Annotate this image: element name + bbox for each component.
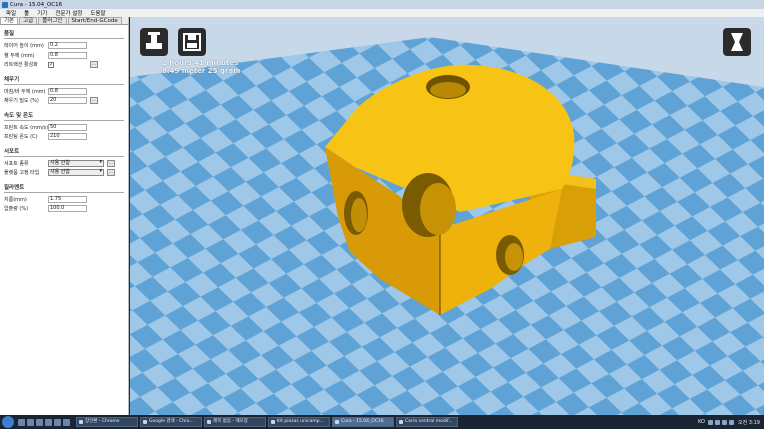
- section-title: 서포트: [4, 148, 20, 155]
- divider: [4, 83, 124, 85]
- print-estimate: 2 hours 41 minutes 8.49 meter 25 gram: [162, 59, 240, 75]
- print-speed-input[interactable]: 50: [48, 123, 87, 131]
- tab-basic[interactable]: 기본: [0, 17, 19, 24]
- start-button[interactable]: [2, 416, 14, 428]
- section-support: 서포트 서포트 종류 사용 안함 ... 플랫폼 고정 타입 사용 안함 ...: [0, 143, 128, 179]
- settings-panel: 기본 고급 플러그인 Start/End-GCode 품질 레이어 높이 (mm…: [0, 17, 129, 415]
- quicklaunch-icon[interactable]: [18, 418, 25, 426]
- tray-icon[interactable]: [714, 419, 720, 425]
- top-bottom-row: 마침/바 두께 (mm) 0.8: [4, 87, 124, 96]
- section-title: 속도 및 온도: [4, 112, 34, 119]
- shell-thickness-label: 쉘 두께 (mm): [4, 52, 35, 59]
- tab-gcode[interactable]: Start/End-GCode: [67, 17, 122, 24]
- adhesion-select[interactable]: 사용 안함: [48, 169, 104, 176]
- shell-thickness-input[interactable]: 0.8: [48, 51, 87, 59]
- diameter-input[interactable]: 1.75: [48, 195, 87, 203]
- diameter-row: 지름(mm) 1.75: [4, 195, 124, 204]
- tray-icon[interactable]: [707, 419, 713, 425]
- print-speed-label: 프린트 속도 (mm/s): [4, 124, 49, 131]
- tab-advanced[interactable]: 고급: [19, 17, 38, 24]
- settings-tabs: 기본 고급 플러그인 Start/End-GCode: [0, 17, 128, 25]
- adhesion-more-button[interactable]: ...: [107, 169, 115, 176]
- divider: [4, 38, 124, 39]
- system-tray: KO 오전 3:19: [698, 419, 764, 426]
- menu-file[interactable]: 파일: [2, 9, 20, 17]
- layer-height-label: 레이어 높이 (mm): [4, 43, 44, 49]
- support-type-select[interactable]: 사용 안함: [48, 159, 104, 167]
- volume-icon[interactable]: [721, 419, 727, 425]
- menu-machine[interactable]: 기기: [33, 9, 51, 17]
- taskbar-item-cura[interactable]: Cura - 15.04_OC16: [332, 417, 394, 427]
- fill-density-label: 채우기 밀도 (%): [4, 98, 39, 104]
- 3d-viewport[interactable]: 2 hours 41 minutes 8.49 meter 25 gram: [130, 17, 764, 415]
- fill-density-input[interactable]: 20: [48, 97, 87, 104]
- top-bottom-input[interactable]: 0.8: [48, 87, 87, 95]
- section-title: 필라멘트: [4, 184, 25, 191]
- print-temp-label: 프린팅 온도 (C): [4, 134, 38, 140]
- material-usage: 8.49 meter 25 gram: [162, 67, 241, 75]
- taskbar-item-carro[interactable]: Carro central modif...: [396, 417, 458, 427]
- section-title: 품질: [4, 31, 15, 37]
- taskbar-item-notepad[interactable]: 제목 없음 - 메모장: [204, 417, 266, 427]
- taskbar-item-chrome-1[interactable]: 장인환 - Chrome: [76, 417, 138, 427]
- window-title: Cura - 15.04_OC16: [10, 1, 63, 8]
- fill-more-button[interactable]: ...: [90, 97, 98, 104]
- view-mode-icon: [731, 33, 743, 51]
- flow-input[interactable]: 100.0: [48, 205, 87, 212]
- support-type-label: 서포트 종류: [4, 160, 29, 167]
- top-bottom-label: 마침/바 두께 (mm): [4, 88, 46, 95]
- divider: [4, 191, 124, 193]
- language-indicator[interactable]: KO: [698, 419, 705, 425]
- section-fill: 채우기 마침/바 두께 (mm) 0.8 채우기 밀도 (%) 20 ...: [0, 71, 128, 107]
- retraction-label: 리트랙션 활성화: [4, 62, 38, 68]
- title-bar: Cura - 15.04_OC16: [0, 0, 764, 9]
- taskbar: 장인환 - Chrome Google 검색 - Chro... 제목 없음 -…: [0, 415, 764, 429]
- flow-row: 압출량 (%) 100.0: [4, 204, 124, 213]
- shell-thickness-row: 쉘 두께 (mm) 0.8: [4, 51, 124, 60]
- cura-app-icon: [2, 1, 8, 8]
- section-quality: 품질 레이어 높이 (mm) 0.2 쉘 두께 (mm) 0.8 리트랙션 활성…: [0, 25, 128, 71]
- tab-plugins[interactable]: 플러그인: [38, 17, 67, 24]
- build-plate-scene: [130, 17, 764, 415]
- divider: [4, 155, 124, 157]
- layer-height-row: 레이어 높이 (mm) 0.2: [4, 41, 124, 50]
- fill-density-row: 채우기 밀도 (%) 20 ...: [4, 96, 124, 105]
- load-icon: [146, 32, 162, 49]
- retraction-checkbox[interactable]: ✓: [48, 61, 54, 68]
- support-type-row: 서포트 종류 사용 안함 ...: [4, 159, 124, 168]
- menu-bar: 파일 툴 기기 전문가 설정 도움말: [0, 9, 764, 17]
- adhesion-label: 플랫폼 고정 타입: [4, 170, 40, 176]
- diameter-label: 지름(mm): [4, 196, 27, 203]
- clock[interactable]: 오전 3:19: [738, 419, 760, 426]
- quicklaunch-icon[interactable]: [63, 418, 70, 426]
- load-model-button[interactable]: [140, 28, 168, 56]
- print-time: 2 hours 41 minutes: [162, 59, 239, 67]
- layer-height-input[interactable]: 0.2: [48, 42, 87, 49]
- divider: [4, 119, 124, 121]
- view-mode-button[interactable]: [723, 28, 751, 56]
- menu-tools[interactable]: 툴: [20, 9, 33, 17]
- quicklaunch-icon[interactable]: [36, 418, 43, 426]
- section-speed: 속도 및 온도 프린트 속도 (mm/s) 50 프린팅 온도 (C) 210: [0, 107, 128, 143]
- taskbar-item-kit-piezas[interactable]: Kit piezas unicamp...: [268, 417, 330, 427]
- taskbar-item-chrome-2[interactable]: Google 검색 - Chro...: [140, 417, 202, 427]
- print-speed-row: 프린트 속도 (mm/s) 50: [4, 123, 124, 132]
- section-filament: 필라멘트 지름(mm) 1.75 압출량 (%) 100.0: [0, 179, 128, 215]
- menu-help[interactable]: 도움말: [86, 9, 109, 17]
- menu-expert[interactable]: 전문가 설정: [51, 9, 86, 17]
- section-title: 채우기: [4, 76, 20, 83]
- print-temp-input[interactable]: 210: [48, 133, 87, 140]
- support-more-button[interactable]: ...: [107, 159, 115, 167]
- flow-label: 압출량 (%): [4, 206, 29, 212]
- retraction-row: 리트랙션 활성화 ✓ ...: [4, 60, 124, 69]
- quicklaunch-icon[interactable]: [27, 418, 34, 426]
- adhesion-row: 플랫폼 고정 타입 사용 안함 ...: [4, 168, 124, 177]
- retraction-more-button[interactable]: ...: [90, 61, 98, 68]
- quicklaunch-icon[interactable]: [45, 418, 52, 426]
- save-icon: [183, 33, 201, 51]
- network-icon[interactable]: [728, 419, 734, 425]
- quicklaunch-icon[interactable]: [54, 418, 61, 426]
- print-temp-row: 프린팅 온도 (C) 210: [4, 132, 124, 141]
- save-gcode-button[interactable]: [178, 28, 206, 56]
